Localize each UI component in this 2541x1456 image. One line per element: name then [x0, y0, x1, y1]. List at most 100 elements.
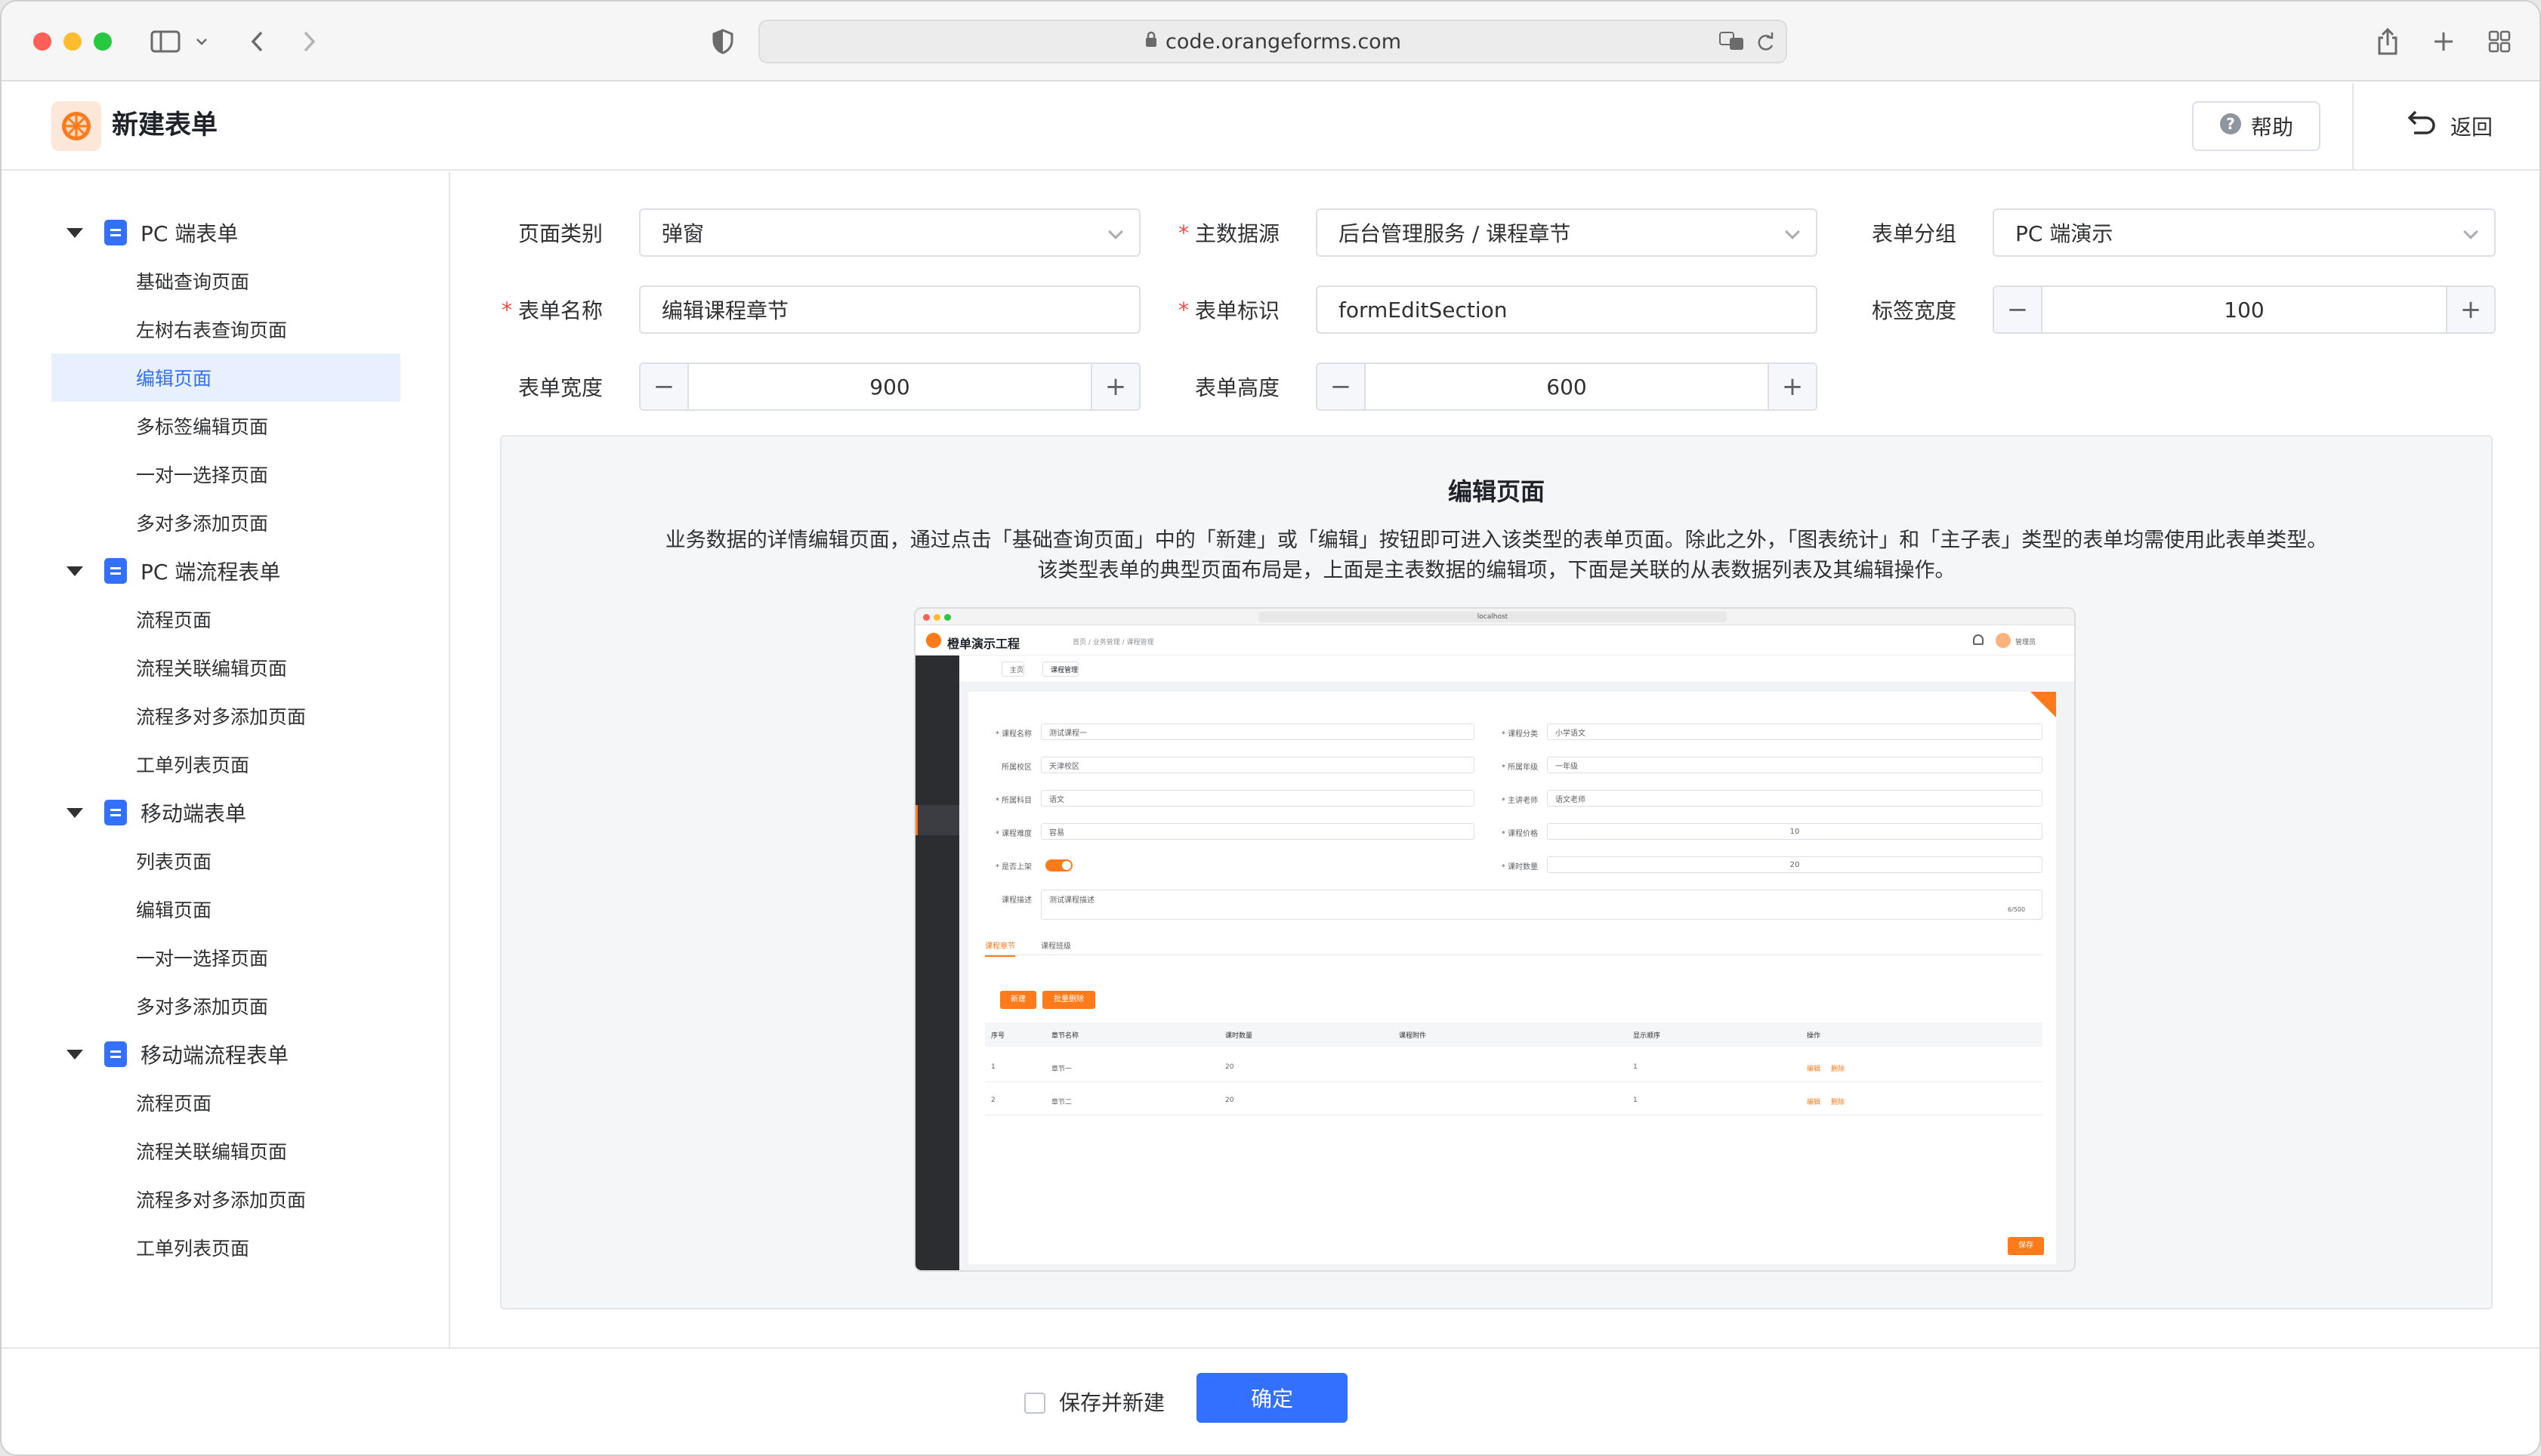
thumb-tab-bar: 主页 课程管理 [959, 656, 2074, 683]
new-tab-icon[interactable] [2426, 24, 2461, 59]
browser-window: code.orangeforms.com 新建表单 ? 帮助 返回 PC 端表单… [0, 0, 2541, 1456]
page-type-select[interactable]: 弹窗 [639, 208, 1141, 257]
privacy-shield-icon[interactable] [705, 24, 740, 59]
reload-icon[interactable] [1755, 32, 1775, 58]
thumb-field-input: 测试课程一 [1041, 723, 1474, 740]
tree-item-mobile-edit[interactable]: 编辑页面 [51, 885, 400, 933]
thumb-field-label: * 所属年级 [1501, 763, 1538, 772]
caret-down-icon[interactable] [66, 807, 83, 818]
caret-down-icon[interactable] [66, 566, 83, 576]
thumb-field-label: * 课程价格 [1501, 830, 1538, 838]
chevron-down-icon [2463, 224, 2478, 239]
thumb-row-divider [985, 1081, 2042, 1082]
save-and-new-label[interactable]: 保存并新建 [1059, 1387, 1165, 1417]
forward-nav-icon[interactable] [292, 24, 326, 59]
preview-description: 业务数据的详情编辑页面，通过点击「基础查询页面」中的「新建」或「编辑」按钮即可进… [665, 529, 2328, 582]
thumb-table-cell: 20 [1225, 1097, 1234, 1104]
thumb-side-nav-active [915, 805, 959, 835]
thumb-field-input: 天津校区 [1041, 757, 1474, 773]
back-button[interactable]: 返回 [2404, 101, 2493, 151]
share-icon[interactable] [2370, 24, 2405, 59]
caret-down-icon[interactable] [66, 227, 83, 238]
tree-item-mobile-work-order-list[interactable]: 工单列表页面 [51, 1223, 400, 1272]
tree-group-label: PC 端表单 [140, 221, 239, 246]
tree-group-mobile-flow-form[interactable]: 移动端流程表单 [51, 1030, 399, 1078]
tree-item-flow-related-edit[interactable]: 流程关联编辑页面 [51, 643, 400, 692]
tree-item-mobile-flow-many-to-many[interactable]: 流程多对多添加页面 [51, 1175, 400, 1223]
form-name-input[interactable]: 编辑课程章节 [639, 285, 1141, 334]
form-width-stepper[interactable]: − 900 + [639, 362, 1141, 411]
form-height-value[interactable]: 600 [1366, 364, 1768, 409]
form-code-input[interactable]: formEditSection [1316, 285, 1817, 334]
form-group-select[interactable]: PC 端演示 [1993, 208, 2496, 257]
tree-item-mobile-flow-page[interactable]: 流程页面 [51, 1078, 400, 1127]
maximize-window-button[interactable] [94, 32, 112, 51]
thumb-field-stepper: 20 [1547, 856, 2042, 873]
form-type-tree: PC 端表单 基础查询页面 左树右表查询页面 编辑页面 多标签编辑页面 一对一选… [2, 172, 450, 1347]
translate-icon[interactable] [1719, 32, 1745, 57]
tree-group-pc-form[interactable]: PC 端表单 [51, 208, 399, 257]
tree-group-mobile-form[interactable]: 移动端表单 [51, 788, 399, 837]
sidebar-toggle-icon[interactable] [148, 24, 183, 59]
tree-item-mobile-list[interactable]: 列表页面 [51, 837, 400, 885]
form-height-stepper[interactable]: − 600 + [1316, 362, 1817, 411]
thumb-tab-active: 课程管理 [1042, 662, 1079, 677]
decrement-button[interactable]: − [1994, 287, 2042, 332]
tree-item-flow-many-to-many-add[interactable]: 流程多对多添加页面 [51, 692, 400, 740]
minimize-window-button[interactable] [63, 32, 82, 51]
address-bar[interactable]: code.orangeforms.com [758, 20, 1787, 63]
decrement-button[interactable]: − [1317, 364, 1366, 409]
page-title: 新建表单 [112, 110, 218, 140]
tree-item-flow-page[interactable]: 流程页面 [51, 595, 400, 643]
tree-item-multi-tab-edit[interactable]: 多标签编辑页面 [51, 402, 400, 450]
header-divider [2352, 83, 2354, 171]
form-group-label: 表单分组 [1871, 221, 1956, 246]
close-window-button[interactable] [33, 32, 51, 51]
thumb-field-input: 小学语文 [1547, 723, 2042, 740]
back-nav-icon[interactable] [240, 24, 275, 59]
thumb-table-cell: 1 [1633, 1063, 1638, 1071]
thumb-card: * 课程名称 测试课程一 所属校区 天津校区 * 所属科目 语文 * 课程难度 容易 * 是否上… [968, 692, 2056, 1264]
tree-item-work-order-list[interactable]: 工单列表页面 [51, 740, 400, 788]
increment-button[interactable]: + [1768, 364, 1816, 409]
confirm-button[interactable]: 确定 [1196, 1373, 1348, 1423]
tree-item-mobile-many-to-many[interactable]: 多对多添加页面 [51, 982, 400, 1030]
tree-item-one-to-one-select[interactable]: 一对一选择页面 [51, 450, 400, 498]
thumb-table-cell: 章节一 [1051, 1066, 1073, 1073]
thumb-save-button: 保存 [2008, 1237, 2044, 1255]
tree-group-pc-flow-form[interactable]: PC 端流程表单 [51, 547, 399, 595]
thumb-op-delete: 删除 [1831, 1099, 1845, 1106]
increment-button[interactable]: + [2446, 287, 2494, 332]
back-label: 返回 [2450, 115, 2493, 140]
form-width-value[interactable]: 900 [689, 364, 1091, 409]
tree-item-basic-query[interactable]: 基础查询页面 [51, 257, 400, 305]
datasource-label: * 主数据源 [1178, 220, 1280, 247]
thumb-op-delete: 删除 [1831, 1066, 1845, 1073]
thumb-corner-badge [2030, 692, 2056, 717]
question-icon: ? [2219, 113, 2242, 140]
label-width-stepper[interactable]: − 100 + [1993, 285, 2496, 334]
thumb-field-input: 语文老师 [1547, 790, 2042, 807]
label-width-value[interactable]: 100 [2042, 287, 2446, 332]
tree-item-tree-table-query[interactable]: 左树右表查询页面 [51, 305, 400, 353]
undo-arrow-icon [2404, 109, 2437, 144]
orange-logo-icon [51, 101, 101, 151]
tree-item-mobile-one-to-one[interactable]: 一对一选择页面 [51, 933, 400, 982]
tree-item-edit-page[interactable]: 编辑页面 [51, 353, 400, 402]
app-header: 新建表单 ? 帮助 返回 [2, 83, 2539, 171]
thumb-table-column: 课时数量 [1225, 1032, 1253, 1040]
thumb-side-nav [915, 656, 959, 1270]
tab-overview-icon[interactable] [2482, 24, 2517, 59]
chevron-down-icon[interactable] [190, 24, 213, 59]
help-button[interactable]: ? 帮助 [2192, 101, 2320, 151]
tree-item-mobile-flow-related-edit[interactable]: 流程关联编辑页面 [51, 1127, 400, 1175]
datasource-select[interactable]: 后台管理服务 / 课程章节 [1316, 208, 1817, 257]
thumb-table-column: 章节名称 [1051, 1032, 1079, 1040]
decrement-button[interactable]: − [641, 364, 689, 409]
save-and-new-checkbox[interactable] [1024, 1393, 1045, 1414]
caret-down-icon[interactable] [66, 1049, 83, 1060]
thumb-table-cell: 1 [1633, 1097, 1638, 1104]
thumb-field-textarea: 测试课程描述 [1041, 890, 2042, 920]
tree-item-many-to-many-add[interactable]: 多对多添加页面 [51, 498, 400, 547]
dialog-footer: 保存并新建 确定 [2, 1347, 2539, 1454]
